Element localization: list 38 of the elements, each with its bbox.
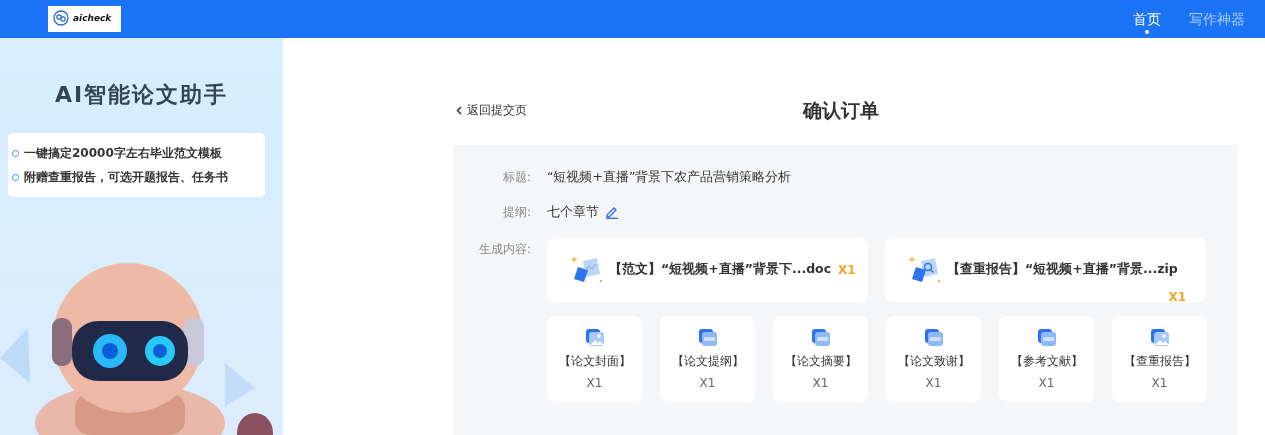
document-icon xyxy=(696,327,719,348)
item-name: 【查重报告】 xyxy=(1123,352,1196,370)
document-icon xyxy=(809,327,832,348)
page-title: 确认订单 xyxy=(803,97,879,123)
logo[interactable]: aicheck xyxy=(48,6,121,32)
field-label: 提纲: xyxy=(501,204,531,222)
bullet-text: 一键搞定20000字左右毕业范文模板 xyxy=(24,145,222,162)
promo-title: AI智能论文助手 xyxy=(54,81,229,109)
quantity: X1 xyxy=(925,374,942,392)
edit-icon[interactable] xyxy=(605,205,619,219)
file-name: 【查重报告】“短视频+直播”背景...zip xyxy=(947,260,1178,279)
field-value: “短视频+直播”背景下农产品营销策略分析 xyxy=(547,168,792,186)
item-name: 【论文摘要】 xyxy=(784,352,857,370)
quantity: X1 xyxy=(699,374,716,392)
nav-tab[interactable]: 首页 xyxy=(1133,0,1161,38)
quantity: X1 xyxy=(812,374,829,392)
bullet-text: 附赠查重报告，可选开题报告、任务书 xyxy=(24,169,228,186)
quantity: X1 xyxy=(1038,374,1055,392)
image-file-icon xyxy=(1148,327,1171,348)
item-name: 【参考文献】 xyxy=(1010,352,1083,370)
document-icon xyxy=(1035,327,1058,348)
document-icon xyxy=(922,327,945,348)
quantity: X1 xyxy=(1151,374,1168,392)
field-label: 标题: xyxy=(501,169,531,187)
file-name: 【范文】“短视频+直播”背景下...doc xyxy=(609,260,832,279)
quantity: X1 xyxy=(838,261,856,279)
item-name: 【论文封面】 xyxy=(558,352,631,370)
head-icon xyxy=(52,10,70,28)
item-name: 【论文致谢】 xyxy=(897,352,970,370)
field-value: 七个章节 xyxy=(547,202,599,221)
back-link[interactable]: 返回提交页 xyxy=(456,101,527,119)
field-label: 生成内容: xyxy=(477,240,531,258)
item-name: 【论文提纲】 xyxy=(671,352,744,370)
image-file-icon xyxy=(583,327,606,348)
logo-text: aicheck xyxy=(73,12,112,26)
quantity: X1 xyxy=(586,374,603,392)
quantity: X1 xyxy=(1168,288,1186,306)
chevron-left-icon xyxy=(456,105,462,115)
